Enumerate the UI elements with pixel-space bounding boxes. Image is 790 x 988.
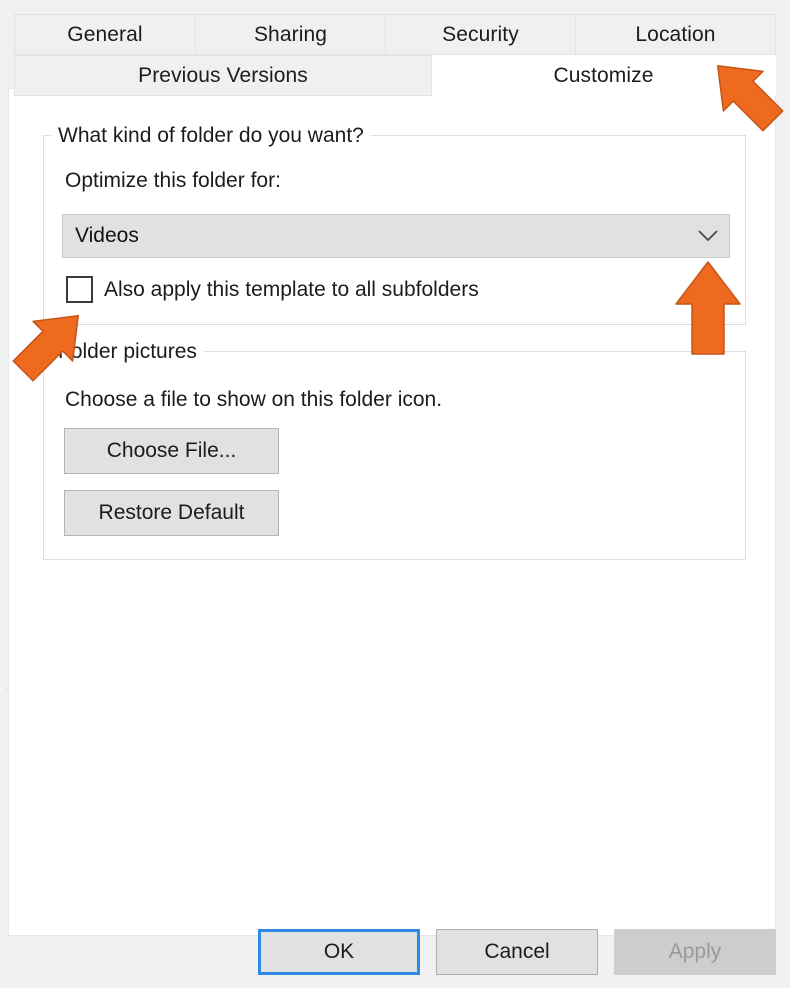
cancel-button[interactable]: Cancel [436, 929, 598, 975]
optimize-folder-label: Optimize this folder for: [65, 169, 281, 192]
chevron-down-icon[interactable] [687, 230, 729, 242]
tab-previous-versions[interactable]: Previous Versions [14, 55, 432, 96]
combobox-selected-value: Videos [75, 224, 139, 247]
apply-template-subfolders-checkbox[interactable] [66, 276, 93, 303]
ok-button[interactable]: OK [258, 929, 420, 975]
optimize-folder-combobox[interactable]: Videos [62, 214, 730, 258]
choose-file-button[interactable]: Choose File... [64, 428, 279, 474]
tab-row-primary: General Sharing Security Location [14, 14, 776, 55]
tab-security[interactable]: Security [386, 14, 576, 55]
tab-customize[interactable]: Customize [432, 55, 776, 96]
folder-pictures-description: Choose a file to show on this folder ico… [65, 388, 443, 411]
apply-template-subfolders-row[interactable]: Also apply this template to all subfolde… [66, 276, 479, 303]
apply-template-subfolders-label: Also apply this template to all subfolde… [104, 277, 479, 301]
tab-location[interactable]: Location [576, 14, 776, 55]
apply-button[interactable]: Apply [614, 929, 776, 975]
properties-tab-strip[interactable]: General Sharing Security Location Previo… [14, 14, 776, 96]
tab-sharing[interactable]: Sharing [196, 14, 386, 55]
tab-general[interactable]: General [14, 14, 196, 55]
folder-kind-legend: What kind of folder do you want? [51, 125, 371, 146]
tab-row-secondary: Previous Versions Customize [14, 55, 776, 96]
restore-default-button[interactable]: Restore Default [64, 490, 279, 536]
folder-pictures-legend: Folder pictures [51, 341, 204, 362]
